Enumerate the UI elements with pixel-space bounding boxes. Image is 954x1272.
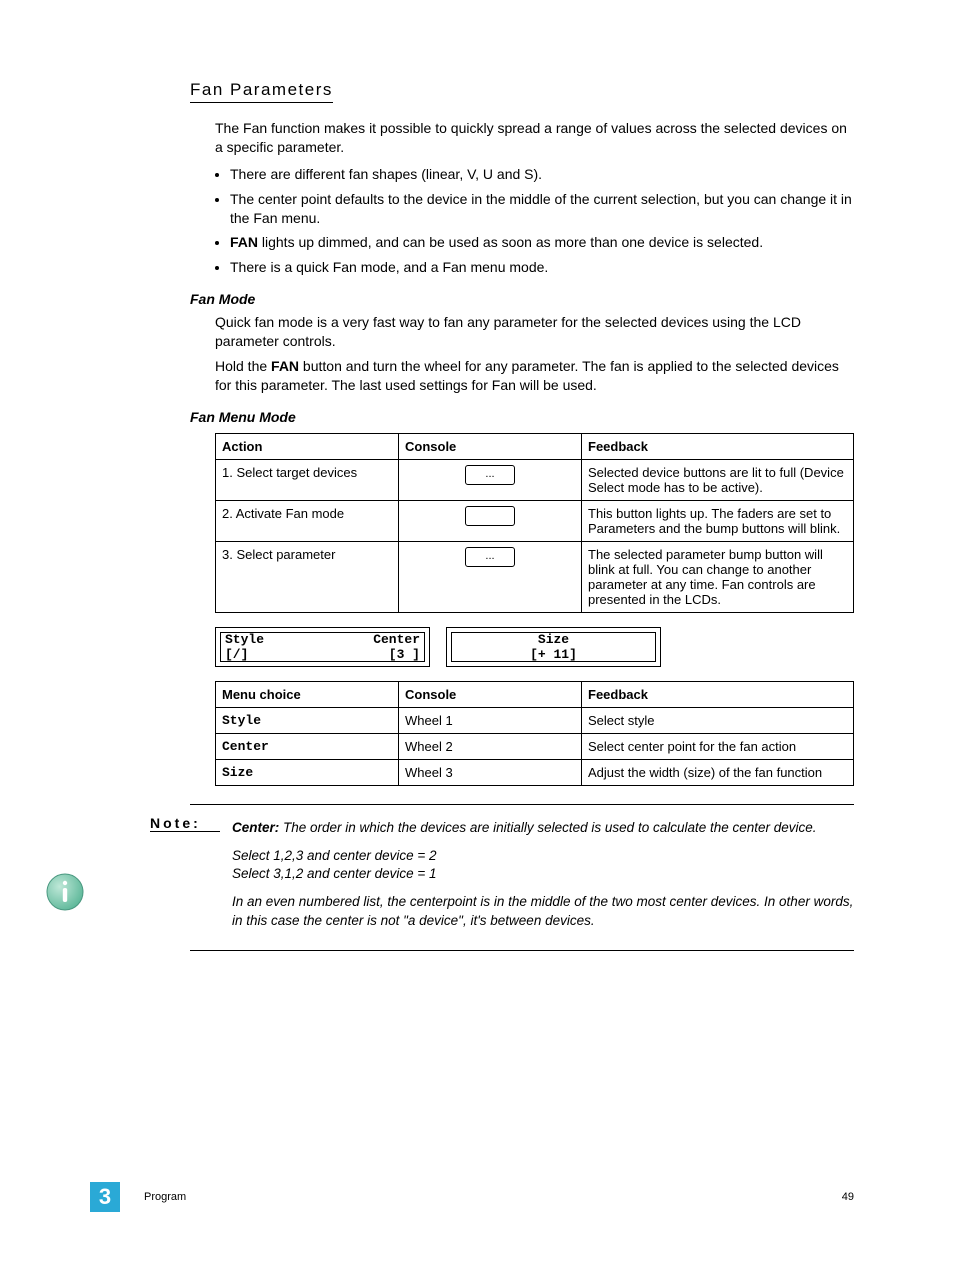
list-item: FAN lights up dimmed, and can be used as… bbox=[230, 233, 854, 252]
page-number: 49 bbox=[842, 1191, 854, 1203]
lcd-center-value: [3 ] bbox=[389, 647, 420, 662]
lcd-center-label: Center bbox=[373, 632, 420, 647]
note-p3: In an even numbered list, the centerpoin… bbox=[232, 893, 854, 929]
menu-choice-table: Menu choice Console Feedback Style Wheel… bbox=[215, 681, 854, 786]
cell-console bbox=[399, 500, 582, 541]
intro-paragraph: The Fan function makes it possible to qu… bbox=[215, 119, 854, 157]
list-item: The center point defaults to the device … bbox=[230, 190, 854, 228]
action-table: Action Console Feedback 1. Select target… bbox=[215, 433, 854, 613]
cell-action: 1. Select target devices bbox=[216, 459, 399, 500]
th-feedback: Feedback bbox=[582, 433, 854, 459]
note-p1: The order in which the devices are initi… bbox=[279, 820, 816, 835]
fan-mode-heading: Fan Mode bbox=[190, 291, 854, 307]
cell-console: Wheel 3 bbox=[399, 759, 582, 785]
th-console: Console bbox=[399, 681, 582, 707]
cell-menu: Center bbox=[216, 733, 399, 759]
note-block: Note: Center: The order in which the dev… bbox=[190, 804, 854, 951]
cell-feedback: This button lights up. The faders are se… bbox=[582, 500, 854, 541]
cell-feedback: Selected device buttons are lit to full … bbox=[582, 459, 854, 500]
cell-menu: Size bbox=[216, 759, 399, 785]
lcd-size-label: Size bbox=[456, 632, 651, 647]
console-button-icon: ... bbox=[465, 465, 515, 485]
lcd-box-1: Style Center [/] [3 ] bbox=[215, 627, 430, 667]
lcd-size-value: [+ 11] bbox=[456, 647, 651, 662]
fan-mode-p2: Hold the FAN button and turn the wheel f… bbox=[215, 357, 854, 395]
cell-console: Wheel 2 bbox=[399, 733, 582, 759]
chapter-number: 3 bbox=[90, 1182, 120, 1212]
cell-action: 2. Activate Fan mode bbox=[216, 500, 399, 541]
cell-console: Wheel 1 bbox=[399, 707, 582, 733]
cell-feedback: Adjust the width (size) of the fan funct… bbox=[582, 759, 854, 785]
cell-menu: Style bbox=[216, 707, 399, 733]
page-footer: 3 Program 49 bbox=[0, 1182, 954, 1212]
cell-feedback: Select style bbox=[582, 707, 854, 733]
th-console: Console bbox=[399, 433, 582, 459]
cell-feedback: The selected parameter bump button will … bbox=[582, 541, 854, 612]
fan-bold: FAN bbox=[230, 234, 258, 250]
info-icon bbox=[45, 872, 85, 912]
cell-feedback: Select center point for the fan action bbox=[582, 733, 854, 759]
note-p2: Select 1,2,3 and center device = 2 Selec… bbox=[232, 847, 854, 883]
note-center-bold: Center: bbox=[232, 820, 279, 835]
th-action: Action bbox=[216, 433, 399, 459]
cell-console: ... bbox=[399, 541, 582, 612]
list-item: There are different fan shapes (linear, … bbox=[230, 165, 854, 184]
chapter-name: Program bbox=[144, 1191, 186, 1203]
lcd-box-2: Size [+ 11] bbox=[446, 627, 661, 667]
note-label: Note: bbox=[150, 815, 220, 832]
lcd-style-label: Style bbox=[225, 632, 264, 647]
cell-action: 3. Select parameter bbox=[216, 541, 399, 612]
th-feedback: Feedback bbox=[582, 681, 854, 707]
section-heading: Fan Parameters bbox=[190, 80, 333, 103]
lcd-style-value: [/] bbox=[225, 647, 248, 662]
th-menu: Menu choice bbox=[216, 681, 399, 707]
list-item: There is a quick Fan mode, and a Fan men… bbox=[230, 258, 854, 277]
fan-mode-p1: Quick fan mode is a very fast way to fan… bbox=[215, 313, 854, 351]
cell-console: ... bbox=[399, 459, 582, 500]
fan-menu-mode-heading: Fan Menu Mode bbox=[190, 409, 854, 425]
console-button-icon bbox=[465, 506, 515, 526]
bullet-list: There are different fan shapes (linear, … bbox=[190, 165, 854, 277]
console-button-icon: ... bbox=[465, 547, 515, 567]
lcd-display-row: Style Center [/] [3 ] Size [+ 11] bbox=[215, 627, 854, 667]
